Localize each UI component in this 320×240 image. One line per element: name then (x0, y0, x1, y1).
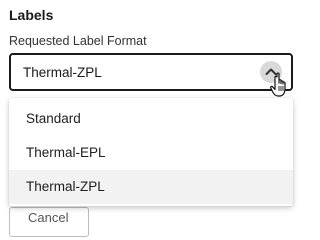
option-standard[interactable]: Standard (9, 102, 293, 136)
option-thermal-zpl[interactable]: Thermal-ZPL (9, 170, 293, 204)
cancel-button[interactable]: Cancel (9, 207, 89, 237)
cancel-button-label: Cancel (28, 210, 69, 225)
labels-panel: Labels Requested Label Format Thermal-ZP… (0, 0, 302, 237)
option-thermal-epl[interactable]: Thermal-EPL (9, 136, 293, 170)
label-format-selected-value: Thermal-ZPL (23, 65, 102, 80)
label-format-dropdown-list: Standard Thermal-EPL Thermal-ZPL (9, 98, 293, 206)
label-format-field-label: Requested Label Format (9, 34, 147, 48)
label-format-select[interactable]: Thermal-ZPL (9, 53, 293, 91)
hand-pointer-icon (270, 72, 290, 103)
section-title: Labels (9, 7, 54, 23)
